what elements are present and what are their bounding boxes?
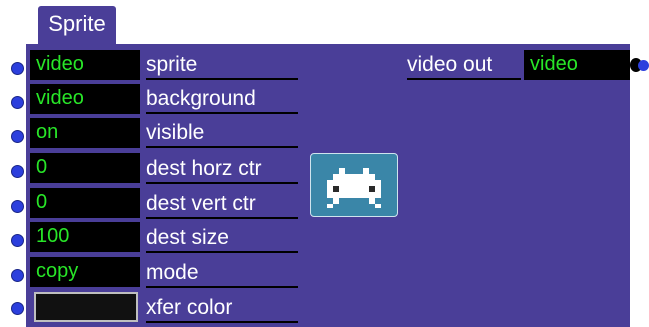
value-field-dest-size[interactable]: 100 [30,222,140,252]
input-port-background[interactable] [11,96,24,109]
value-field-video-out[interactable]: video [524,50,630,80]
value-field-dest-horz-ctr[interactable]: 0 [30,153,140,183]
input-port-mode[interactable] [11,269,24,282]
color-swatch-xfer-color[interactable] [34,292,138,322]
label-dest-vert-ctr: dest vert ctr [146,191,298,219]
actor-title-tab[interactable]: Sprite [38,6,116,46]
label-visible: visible [146,120,298,148]
label-background: background [146,86,298,114]
label-mode: mode [146,260,298,288]
value-field-mode[interactable]: copy [30,257,140,287]
input-port-xfer-color[interactable] [11,302,24,315]
label-dest-size: dest size [146,225,298,253]
space-invader-icon [327,168,381,208]
input-port-dest-vert-ctr[interactable] [11,200,24,213]
label-sprite: sprite [146,52,298,80]
actor-thumbnail[interactable] [310,153,398,217]
label-video-out: video out [407,52,521,80]
value-field-background[interactable]: video [30,84,140,114]
value-field-visible[interactable]: on [30,118,140,148]
input-port-dest-horz-ctr[interactable] [11,165,24,178]
input-port-sprite[interactable] [11,62,24,75]
input-port-dest-size[interactable] [11,234,24,247]
value-field-dest-vert-ctr[interactable]: 0 [30,188,140,218]
actor-title: Sprite [48,11,106,36]
value-field-sprite[interactable]: video [30,50,140,80]
input-port-visible[interactable] [11,130,24,143]
label-xfer-color: xfer color [146,295,298,323]
output-port-dot[interactable] [638,60,649,71]
label-dest-horz-ctr: dest horz ctr [146,156,298,184]
